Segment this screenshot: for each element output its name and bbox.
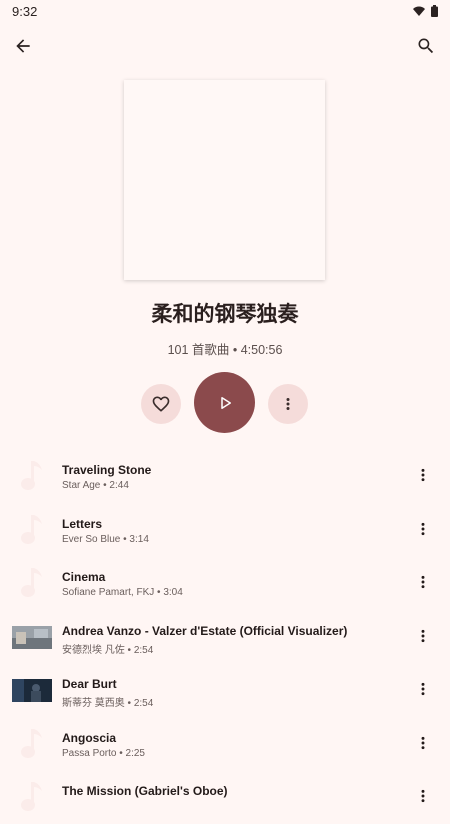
song-subtitle: Star Age • 2:44	[62, 480, 129, 491]
video-thumbnail	[12, 679, 52, 702]
more-vert-icon	[421, 468, 425, 482]
music-note-icon	[12, 777, 52, 817]
song-subtitle: Ever So Blue • 3:14	[62, 533, 149, 545]
music-note-icon	[12, 456, 52, 496]
wifi-icon	[413, 6, 425, 16]
more-vert-icon	[421, 575, 425, 589]
more-vert-icon	[421, 789, 425, 803]
status-bar: 9:32	[0, 0, 450, 22]
song-title: Traveling Stone	[62, 463, 152, 477]
battery-icon	[431, 5, 438, 17]
song-more-button[interactable]	[412, 516, 434, 542]
more-vert-icon	[421, 629, 425, 642]
song-more-button[interactable]	[412, 676, 434, 702]
song-more-button[interactable]	[412, 462, 434, 488]
song-more-button[interactable]	[412, 569, 434, 595]
song-title: Cinema	[62, 570, 106, 584]
song-list: Traveling Stone Star Age • 2:44 Letters …	[0, 449, 450, 824]
song-more-button[interactable]	[412, 623, 434, 649]
song-more-button[interactable]	[412, 783, 434, 809]
playlist-title: 柔和的钢琴独奏	[151, 302, 299, 326]
more-vert-icon	[421, 522, 425, 535]
heart-outline-icon	[152, 396, 170, 412]
song-title: Angoscia	[62, 730, 117, 745]
more-vert-icon	[286, 398, 290, 410]
back-button[interactable]	[7, 30, 39, 62]
song-subtitle: 斯蒂芬 莫西奥 • 2:54	[62, 698, 154, 709]
play-button[interactable]	[194, 372, 255, 433]
music-note-icon	[12, 724, 52, 764]
song-subtitle: Passa Porto • 2:25	[62, 747, 145, 759]
top-app-bar	[0, 30, 450, 64]
video-thumbnail	[12, 625, 52, 649]
list-item[interactable]: Andrea Vanzo - Valzer d'Estate (Official…	[0, 610, 450, 664]
song-subtitle: Sofiane Pamart, FKJ • 3:04	[62, 587, 183, 598]
status-time: 9:32	[12, 3, 38, 19]
list-item[interactable]: The Mission (Gabriel's Oboe)	[0, 770, 450, 824]
status-icons	[413, 5, 438, 17]
play-icon	[220, 396, 231, 409]
more-vert-icon	[421, 736, 425, 749]
search-icon	[418, 38, 434, 54]
more-vert-icon	[421, 682, 425, 696]
list-item[interactable]: Letters Ever So Blue • 3:14	[0, 503, 450, 557]
list-item[interactable]: Angoscia Passa Porto • 2:25	[0, 717, 450, 771]
song-more-button[interactable]	[412, 730, 434, 756]
playlist-meta: 101 首歌曲 • 4:50:56	[167, 343, 283, 357]
playlist-cover	[124, 80, 325, 280]
list-item[interactable]: Cinema Sofiane Pamart, FKJ • 3:04	[0, 556, 450, 610]
arrow-back-icon	[16, 39, 30, 53]
song-subtitle: 安德烈埃 凡佐 • 2:54	[62, 644, 154, 656]
playlist-more-button[interactable]	[268, 384, 308, 424]
list-item[interactable]: Traveling Stone Star Age • 2:44	[0, 449, 450, 503]
search-button[interactable]	[410, 30, 442, 62]
music-note-icon	[12, 510, 52, 550]
song-title: The Mission (Gabriel's Oboe)	[62, 784, 228, 798]
like-button[interactable]	[141, 384, 181, 424]
song-title: Andrea Vanzo - Valzer d'Estate (Official…	[62, 623, 348, 638]
list-item[interactable]: Dear Burt 斯蒂芬 莫西奥 • 2:54	[0, 663, 450, 717]
song-title: Letters	[62, 516, 103, 531]
playlist-actions	[0, 372, 450, 434]
music-note-icon	[12, 563, 52, 603]
song-title: Dear Burt	[62, 677, 117, 691]
